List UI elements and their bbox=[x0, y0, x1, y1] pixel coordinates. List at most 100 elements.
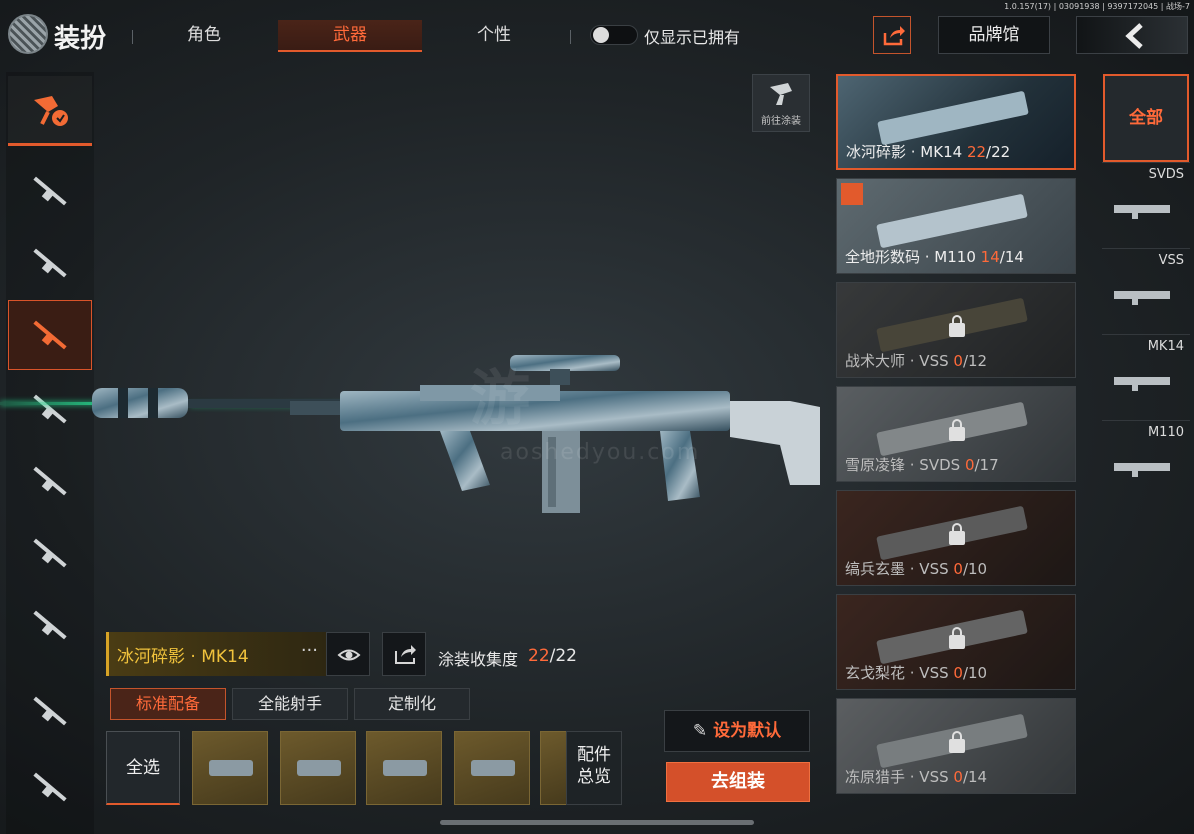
tab-all-round-shooter[interactable]: 全能射手 bbox=[232, 688, 348, 720]
skin-caption: 冰河碎影 · MK14 22/22 bbox=[846, 141, 1010, 162]
tab-personality[interactable]: 个性 bbox=[422, 20, 566, 52]
part-handguard-icon bbox=[383, 760, 427, 776]
part-slot-muzzle[interactable] bbox=[192, 731, 268, 805]
filter-mk14[interactable]: MK14 bbox=[1102, 334, 1190, 420]
part-scope-icon bbox=[471, 760, 515, 776]
category-paint[interactable] bbox=[8, 76, 92, 146]
preview-eye-button[interactable] bbox=[326, 632, 370, 676]
eye-icon bbox=[337, 649, 361, 661]
skin-name: 缟兵玄墨 · VSS bbox=[845, 560, 949, 578]
skin-card[interactable]: 玄戈梨花 · VSS 0/10 bbox=[836, 594, 1076, 690]
watermark: 游 bbox=[470, 364, 536, 434]
skin-card[interactable]: 缟兵玄墨 · VSS 0/10 bbox=[836, 490, 1076, 586]
weapon-filter-column: 全部 SVDS VSS MK14 M110 bbox=[1102, 74, 1190, 834]
category-assault-rifle[interactable] bbox=[8, 156, 92, 226]
paint-badge-icon bbox=[841, 183, 863, 205]
tab-character[interactable]: 角色 bbox=[132, 20, 276, 52]
category-melee[interactable] bbox=[8, 752, 92, 822]
collection-owned: 22 bbox=[528, 646, 550, 666]
skin-caption: 战术大师 · VSS 0/12 bbox=[845, 350, 987, 371]
skin-card[interactable]: 雪原凌锋 · SVDS 0/17 bbox=[836, 386, 1076, 482]
category-rifle[interactable] bbox=[8, 446, 92, 516]
select-all-button[interactable]: 全选 bbox=[106, 731, 180, 805]
set-default-label: 设为默认 bbox=[713, 721, 782, 741]
selected-skin-name: 冰河碎影 · MK14 bbox=[117, 647, 249, 667]
vss-weapon-icon bbox=[1114, 291, 1170, 305]
brush-icon: ✎ bbox=[692, 721, 714, 741]
skin-caption: 雪原凌锋 · SVDS 0/17 bbox=[845, 454, 999, 475]
lock-icon bbox=[949, 523, 965, 545]
part-slot-grip[interactable] bbox=[280, 731, 356, 805]
skin-card[interactable]: 冰河碎影 · MK14 22/22 bbox=[836, 74, 1076, 170]
skin-total: /10 bbox=[962, 664, 988, 682]
category-bolt-action[interactable] bbox=[8, 518, 92, 588]
skin-owned: 0 bbox=[964, 456, 975, 474]
skin-name: 冻原猎手 · VSS bbox=[845, 768, 949, 786]
skin-caption: 缟兵玄墨 · VSS 0/10 bbox=[845, 558, 987, 579]
category-carbine[interactable] bbox=[8, 590, 92, 660]
version-text: 1.0.157(17) | 03091938 | 9397172045 | 战场… bbox=[1004, 2, 1190, 11]
skin-total: /10 bbox=[962, 560, 988, 578]
part-slot-scope[interactable] bbox=[454, 731, 530, 805]
skin-card[interactable]: 全地形数码 · M110 14/14 bbox=[836, 178, 1076, 274]
lock-icon bbox=[949, 315, 965, 337]
tab-standard-loadout[interactable]: 标准配备 bbox=[110, 688, 226, 720]
overview-label-line1: 配件 bbox=[577, 745, 611, 765]
skin-name: 冰河碎影 · MK14 bbox=[846, 143, 963, 161]
selected-skin-name-box: 冰河碎影 · MK14 ··· bbox=[106, 632, 326, 676]
filter-all-button[interactable]: 全部 bbox=[1103, 74, 1189, 162]
filter-label: SVDS bbox=[1148, 167, 1184, 182]
category-smg[interactable] bbox=[8, 228, 92, 298]
filter-svds[interactable]: SVDS bbox=[1102, 162, 1190, 248]
part-grip-icon bbox=[297, 760, 341, 776]
brand-hall-button[interactable]: 品牌馆 bbox=[938, 16, 1050, 54]
category-shotgun[interactable] bbox=[8, 374, 92, 444]
back-button[interactable] bbox=[1076, 16, 1188, 54]
skin-card[interactable]: 战术大师 · VSS 0/12 bbox=[836, 282, 1076, 378]
svds-weapon-icon bbox=[1114, 205, 1170, 219]
collection-total: /22 bbox=[549, 646, 577, 666]
share-skin-button[interactable] bbox=[382, 632, 426, 676]
skin-name: 雪原凌锋 · SVDS bbox=[845, 456, 961, 474]
goto-paint-button[interactable]: 前往涂装 bbox=[752, 74, 810, 132]
assemble-button[interactable]: 去组装 bbox=[666, 762, 810, 802]
skin-caption: 冻原猎手 · VSS 0/14 bbox=[845, 766, 987, 787]
collection-count: 22/22 bbox=[528, 646, 577, 666]
skin-caption: 玄戈梨花 · VSS 0/10 bbox=[845, 662, 987, 683]
owned-only-label: 仅显示已拥有 bbox=[644, 28, 741, 47]
skin-card[interactable]: 冻原猎手 · VSS 0/14 bbox=[836, 698, 1076, 794]
skin-total: /12 bbox=[962, 352, 988, 370]
melee-icon bbox=[30, 780, 70, 794]
skin-owned: 0 bbox=[953, 768, 963, 786]
owned-only-toggle[interactable] bbox=[590, 25, 638, 45]
part-muzzle-icon bbox=[209, 760, 253, 776]
carbine-icon bbox=[30, 618, 70, 632]
skin-owned: 0 bbox=[953, 352, 963, 370]
filter-m110[interactable]: M110 bbox=[1102, 420, 1190, 506]
filter-vss[interactable]: VSS bbox=[1102, 248, 1190, 334]
weapon-preview-mk14[interactable] bbox=[90, 345, 830, 535]
set-default-button[interactable]: ✎ 设为默认 bbox=[664, 710, 810, 752]
tab-separator bbox=[570, 30, 571, 44]
skin-total: /14 bbox=[999, 248, 1024, 266]
skin-name: 全地形数码 · M110 bbox=[845, 248, 976, 266]
goto-paint-label: 前往涂装 bbox=[761, 116, 801, 127]
part-slot-handguard[interactable] bbox=[366, 731, 442, 805]
m110-weapon-icon bbox=[1114, 463, 1170, 477]
category-sniper-rifle[interactable] bbox=[8, 300, 92, 370]
filter-label: VSS bbox=[1158, 253, 1184, 268]
category-pistol[interactable] bbox=[8, 676, 92, 746]
top-bar: 装扮 角色 武器 个性 仅显示已拥有 品牌馆 1.0.157(17) | 030… bbox=[0, 0, 1194, 70]
skin-caption: 全地形数码 · M110 14/14 bbox=[845, 246, 1024, 267]
bolt-action-icon bbox=[30, 546, 70, 560]
tab-customization[interactable]: 定制化 bbox=[354, 688, 470, 720]
paint-brush-icon bbox=[34, 95, 68, 126]
share-button[interactable] bbox=[873, 16, 911, 54]
tab-weapon[interactable]: 武器 bbox=[278, 20, 422, 52]
skin-owned: 0 bbox=[953, 560, 963, 578]
mk14-weapon-icon bbox=[1114, 377, 1170, 391]
more-options-button[interactable]: ··· bbox=[301, 640, 318, 661]
pistol-icon bbox=[30, 704, 70, 718]
parts-overview-button[interactable]: 配件 总览 bbox=[566, 731, 622, 805]
skin-name: 战术大师 · VSS bbox=[845, 352, 949, 370]
